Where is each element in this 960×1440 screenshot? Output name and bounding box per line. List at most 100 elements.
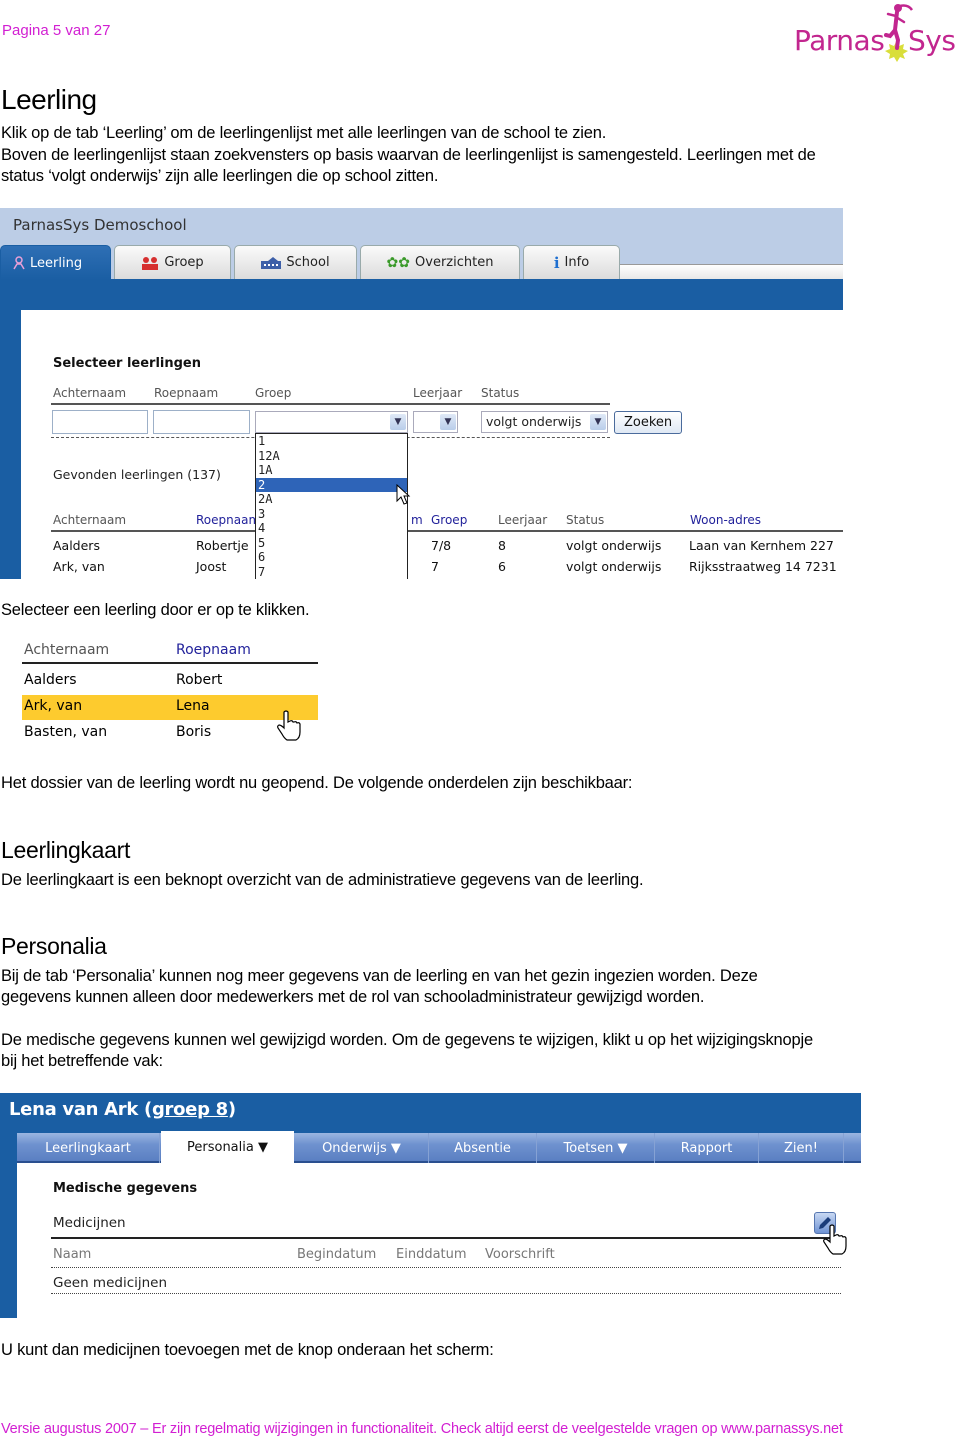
cell-achternaam: Ark, van <box>24 698 83 714</box>
tab-absentie[interactable]: Absentie <box>429 1133 537 1163</box>
person-icon <box>13 256 25 270</box>
groep-select[interactable]: ▼ <box>255 411 408 433</box>
achternaam-input[interactable] <box>52 410 148 434</box>
section-title-leerling: Leerling <box>1 84 97 115</box>
cell-achternaam: Aalders <box>24 672 77 688</box>
arrow-cursor-icon <box>396 484 411 505</box>
tab-strip-bg <box>0 279 843 310</box>
dropdown-option[interactable]: 7 <box>256 565 407 580</box>
school-icon <box>261 256 282 269</box>
empty-medicijnen: Geen medicijnen <box>53 1275 168 1291</box>
tab-zien[interactable]: Zien! <box>759 1133 844 1163</box>
dropdown-option-selected[interactable]: 2 <box>256 477 407 492</box>
dropdown-option[interactable]: 4 <box>256 521 407 536</box>
cell-roepnaam: Boris <box>176 724 212 740</box>
cell-leerjaar: 6 <box>498 559 506 574</box>
medicijnen-subheading: Medicijnen <box>53 1215 126 1231</box>
cell-adres: Laan van Kernhem 227 <box>689 538 834 553</box>
col-header-roepnaam[interactable]: Roepnaam <box>176 642 251 658</box>
paragraph: Klik op de tab ‘Leerling’ om de leerling… <box>1 124 607 142</box>
col-header-groep[interactable]: Groep <box>431 513 467 527</box>
tab-toetsen[interactable]: Toetsen ▼ <box>537 1133 655 1163</box>
dropdown-option[interactable]: 5 <box>256 536 407 551</box>
hand-cursor-icon <box>277 710 301 741</box>
group-link[interactable]: groep 8 <box>152 1099 228 1120</box>
paragraph: bij het betreffende vak: <box>1 1052 163 1070</box>
label-achternaam: Achternaam <box>53 386 127 400</box>
paragraph: gegevens kunnen alleen door medewerkers … <box>1 988 705 1006</box>
left-bar <box>0 310 21 579</box>
cell-achternaam: Ark, van <box>53 559 105 574</box>
divider <box>22 662 318 664</box>
dossier-intro: Het dossier van de leerling wordt nu geo… <box>1 774 633 792</box>
divider <box>51 530 843 532</box>
tab-label: School <box>286 255 330 270</box>
col-header-partial[interactable]: m <box>411 513 423 527</box>
cell-roepnaam: Robertje <box>196 538 249 553</box>
dropdown-option[interactable]: 1A <box>256 463 407 478</box>
groep-dropdown-list[interactable]: 1 12A 1A 2 2A 3 4 5 6 7 <box>255 433 408 579</box>
chevron-down-icon: ▼ <box>590 414 606 430</box>
search-heading: Selecteer leerlingen <box>53 356 201 371</box>
student-name: Lena van Ark (groep 8) <box>9 1099 236 1120</box>
label-status: Status <box>481 386 520 400</box>
status-select[interactable]: volgt onderwijs ▼ <box>481 411 608 433</box>
tab-onderwijs[interactable]: Onderwijs ▼ <box>295 1133 429 1163</box>
tab-personalia[interactable]: Personalia ▼ <box>161 1131 294 1163</box>
roepnaam-input[interactable] <box>153 410 250 434</box>
col-header-achternaam[interactable]: Achternaam <box>24 642 109 658</box>
cell-achternaam: Basten, van <box>24 724 108 740</box>
paragraph: De leerlingkaart is een beknopt overzich… <box>1 871 644 889</box>
cell-adres: Rijksstraatweg 14 7231 <box>689 559 837 574</box>
paragraph: Boven de leerlingenlijst staan zoekvenst… <box>1 146 816 164</box>
paragraph: Bij de tab ‘Personalia’ kunnen nog meer … <box>1 967 758 985</box>
tab-rapport[interactable]: Rapport <box>655 1133 759 1163</box>
label-leerjaar: Leerjaar <box>413 386 463 400</box>
cell-achternaam: Aalders <box>53 538 100 553</box>
col-header-woonadres[interactable]: Woon-adres <box>690 513 761 527</box>
tab-leerling[interactable]: Leerling <box>0 245 111 280</box>
tab-line <box>620 264 843 279</box>
tab-label: Leerling <box>30 255 83 271</box>
col-header-naam: Naam <box>53 1247 92 1262</box>
cell-groep: 7/8 <box>431 538 452 553</box>
col-header-voorschrift: Voorschrift <box>485 1247 555 1262</box>
parnassys-logo: Parnas Sys <box>792 2 960 64</box>
status-select-value: volgt onderwijs <box>486 414 582 429</box>
cell-groep: 7 <box>431 559 439 574</box>
tab-leerlingkaart[interactable]: Leerlingkaart <box>17 1133 160 1163</box>
dotted-divider <box>51 1293 841 1294</box>
section-title-leerlingkaart: Leerlingkaart <box>1 837 131 863</box>
cell-roepnaam: Robert <box>176 672 223 688</box>
zoeken-button[interactable]: Zoeken <box>614 411 683 434</box>
dropdown-option[interactable]: 3 <box>256 507 407 522</box>
dropdown-option[interactable]: 12A <box>256 449 407 464</box>
left-bar <box>0 1163 17 1318</box>
divider <box>51 1237 841 1239</box>
tab-overzichten[interactable]: ✿✿ Overzichten <box>360 245 520 279</box>
leerjaar-select[interactable]: ▼ <box>413 411 458 433</box>
dropdown-option[interactable]: 2A <box>256 492 407 507</box>
tab-info[interactable]: i Info <box>523 245 620 279</box>
group-icon <box>142 256 159 270</box>
divider <box>51 403 610 405</box>
instruction-select: Selecteer een leerling door er op te kli… <box>1 601 310 619</box>
section-title-personalia: Personalia <box>1 933 107 959</box>
dotted-divider <box>51 1267 841 1268</box>
tab-school[interactable]: School <box>234 245 357 279</box>
cell-status: volgt onderwijs <box>566 538 662 553</box>
student-list-snippet: Achternaam Roepnaam Aalders Robert Ark, … <box>20 640 320 750</box>
dropdown-option[interactable]: 6 <box>256 550 407 565</box>
col-header-status: Status <box>566 513 605 527</box>
col-header-leerjaar: Leerjaar <box>498 513 548 527</box>
col-header-achternaam[interactable]: Achternaam <box>53 513 126 527</box>
cell-roepnaam: Lena <box>176 698 210 714</box>
dropdown-option[interactable]: 1 <box>256 434 407 449</box>
cell-status: volgt onderwijs <box>566 559 662 574</box>
footer-text: Versie augustus 2007 – Er zijn regelmati… <box>1 1421 843 1437</box>
tab-groep[interactable]: Groep <box>114 245 231 279</box>
col-header-roepnaam[interactable]: Roepnaam <box>196 513 260 527</box>
found-count: Gevonden leerlingen (137) <box>53 467 221 482</box>
chevron-down-icon: ▼ <box>390 414 406 430</box>
col-header-einddatum: Einddatum <box>396 1247 467 1262</box>
